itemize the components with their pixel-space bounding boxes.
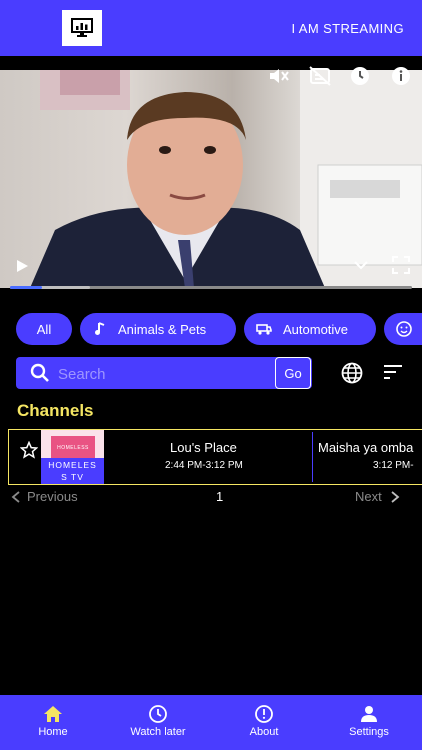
- star-icon[interactable]: [20, 441, 38, 459]
- search-go-button[interactable]: Go: [275, 357, 311, 389]
- nav-label: About: [249, 726, 279, 738]
- previous-label: Previous: [27, 489, 78, 504]
- mute-icon[interactable]: [268, 66, 290, 86]
- video-progress-bar[interactable]: [10, 286, 412, 289]
- chevron-right-icon: [391, 490, 400, 503]
- progress-fill: [10, 286, 43, 289]
- channel-thumbnail-image: HOMELESS: [51, 436, 95, 460]
- app-header: I AM STREAMING: [0, 0, 422, 56]
- clock-icon[interactable]: [350, 66, 370, 86]
- nav-watch-later[interactable]: Watch later: [123, 705, 193, 738]
- category-label: Automotive: [283, 321, 349, 337]
- program-time: 2:44 PM-3:12 PM: [165, 460, 243, 471]
- next-label: Next: [355, 489, 382, 504]
- nav-label: Watch later: [130, 726, 186, 738]
- nav-label: Home: [38, 726, 68, 738]
- monitor-chart-icon: [71, 18, 93, 37]
- program-divider: [312, 432, 313, 482]
- search-input[interactable]: [56, 361, 280, 387]
- previous-page-button[interactable]: Previous: [11, 489, 78, 504]
- home-icon: [44, 706, 62, 722]
- sort-icon[interactable]: [383, 364, 403, 380]
- program-title[interactable]: Maisha ya omba: [318, 440, 413, 455]
- fullscreen-icon[interactable]: [392, 256, 410, 274]
- app-logo[interactable]: [62, 10, 102, 46]
- channel-name-line1: HOMELES: [48, 460, 97, 470]
- nav-home[interactable]: Home: [18, 705, 88, 738]
- app-title: I AM STREAMING: [291, 21, 404, 36]
- category-label: Animals & Pets: [118, 321, 207, 337]
- page-number: 1: [216, 489, 224, 504]
- info-icon: [255, 705, 273, 723]
- category-label: All: [36, 321, 52, 337]
- nav-label: Settings: [349, 726, 389, 738]
- clock-icon: [149, 705, 167, 723]
- play-icon[interactable]: [14, 258, 30, 274]
- video-frame: [30, 70, 422, 288]
- program-time: 3:12 PM-: [373, 460, 414, 471]
- search-bar: [16, 357, 312, 389]
- category-chip-more[interactable]: [384, 313, 422, 345]
- user-icon: [361, 706, 377, 722]
- channel-name-line2: S TV: [61, 472, 84, 482]
- car-icon: [256, 324, 272, 335]
- channel-name: HOMELES S TV: [41, 458, 104, 484]
- category-chip-all[interactable]: All: [16, 313, 72, 345]
- video-player[interactable]: [0, 70, 422, 288]
- thumbnail-text: HOMELESS: [57, 445, 89, 451]
- program-title[interactable]: Lou's Place: [170, 440, 237, 455]
- section-title: Channels: [17, 401, 94, 420]
- smiley-icon: [396, 321, 412, 337]
- music-note-icon: [95, 322, 105, 335]
- category-chip-automotive[interactable]: Automotive: [244, 313, 376, 345]
- next-page-button[interactable]: Next: [355, 489, 400, 504]
- chevron-down-icon[interactable]: [352, 258, 370, 272]
- captions-off-icon[interactable]: [309, 66, 331, 86]
- search-icon: [30, 363, 49, 382]
- chevron-left-icon: [11, 490, 20, 503]
- category-chip-animals-pets[interactable]: Animals & Pets: [80, 313, 236, 345]
- info-icon[interactable]: [391, 66, 411, 86]
- channel-thumbnail[interactable]: HOMELESS HOMELES S TV: [41, 430, 104, 484]
- nav-about[interactable]: About: [229, 705, 299, 738]
- nav-settings[interactable]: Settings: [334, 705, 404, 738]
- bottom-navigation: Home Watch later About Settings: [0, 695, 422, 750]
- globe-icon[interactable]: [341, 362, 363, 384]
